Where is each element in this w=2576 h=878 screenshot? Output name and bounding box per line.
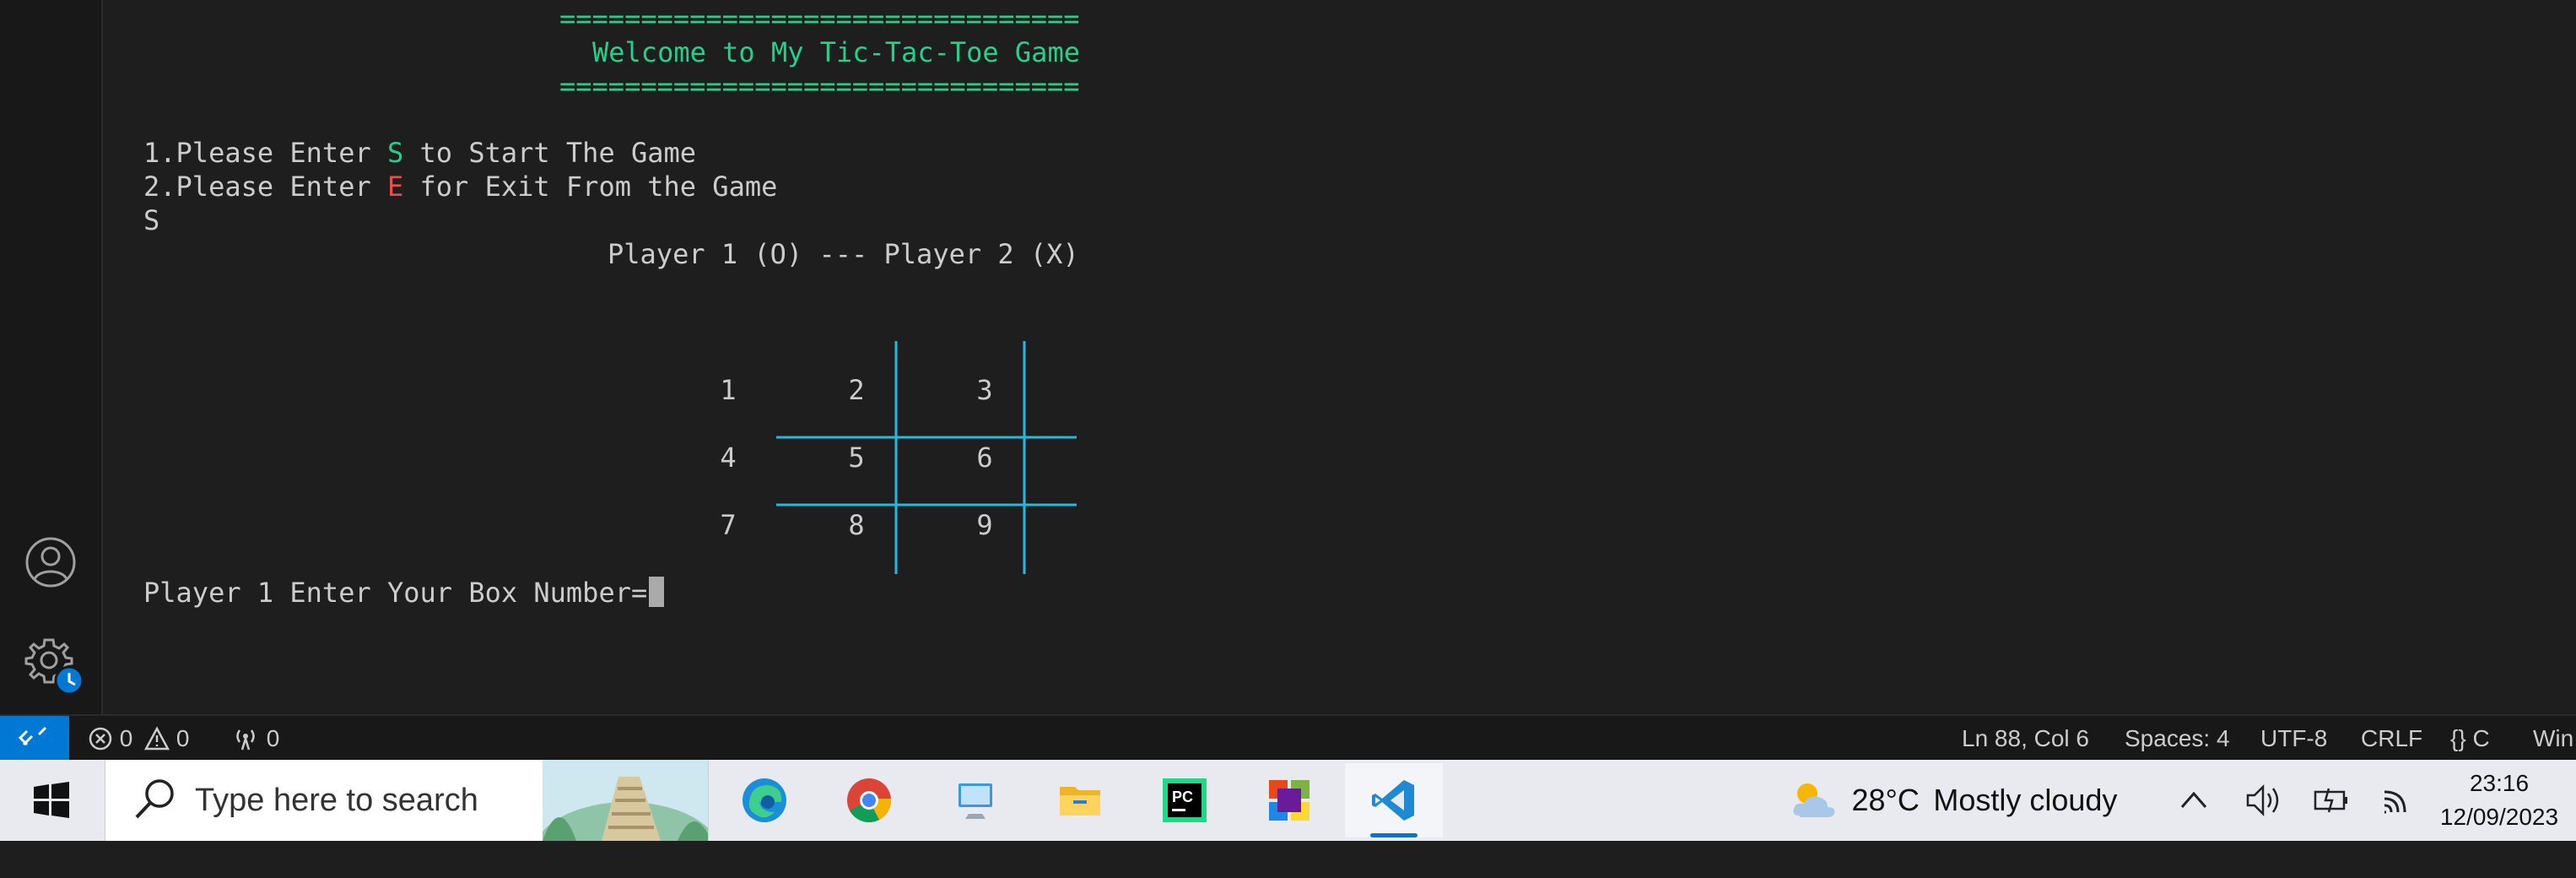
network-button[interactable] xyxy=(2379,760,2418,841)
edge-icon xyxy=(743,778,786,822)
platform-indicator[interactable]: Win xyxy=(2533,716,2573,761)
speaker-icon xyxy=(2246,783,2279,817)
taskbar-clock[interactable]: 23:16 12/09/2023 xyxy=(2427,767,2571,834)
warning-count: 0 xyxy=(176,725,190,751)
battery-button[interactable] xyxy=(2312,760,2351,841)
board-cell-8: 8 xyxy=(848,509,865,541)
vscode-icon xyxy=(1372,780,1414,821)
volume-button[interactable] xyxy=(2244,760,2282,841)
ports-count: 0 xyxy=(266,725,280,751)
activity-bar xyxy=(0,0,103,714)
board-cell-7: 7 xyxy=(720,509,737,541)
board-cell-4: 4 xyxy=(720,442,737,474)
cursor-position[interactable]: Ln 88, Col 6 xyxy=(1962,716,2089,761)
taskbar-file-explorer[interactable] xyxy=(1031,763,1129,837)
windows-logo-icon xyxy=(34,782,69,818)
show-hidden-icons-button[interactable] xyxy=(2177,760,2211,841)
taskbar-pycharm[interactable]: PC xyxy=(1136,763,1234,837)
board-cell-1: 1 xyxy=(720,374,737,406)
language-mode[interactable]: {} C xyxy=(2450,716,2490,761)
ports-indicator[interactable]: 0 xyxy=(231,716,279,761)
remote-icon xyxy=(18,726,47,746)
chrome-icon xyxy=(847,778,892,822)
clock-date: 12/09/2023 xyxy=(2439,804,2559,830)
taskbar-edge[interactable] xyxy=(716,763,813,837)
clock-time: 23:16 xyxy=(2469,770,2530,796)
terminal-cursor xyxy=(649,577,665,607)
weather-temperature: 28°C xyxy=(1851,783,1920,817)
welcome-title: Welcome to My Tic-Tac-Toe Game xyxy=(592,36,1080,68)
problems-indicator[interactable]: 0 0 xyxy=(88,716,190,761)
board-cell-3: 3 xyxy=(976,374,993,406)
cloudy-weather-icon xyxy=(1793,783,1835,817)
warning-icon xyxy=(144,726,170,751)
separator-top: ================================ xyxy=(559,3,1080,35)
battery-icon xyxy=(2314,788,2347,813)
status-bar: 0 0 0 Ln 88, Col 6 Spaces: 4 UTF-8 CRLF … xyxy=(0,714,2576,761)
line-ending[interactable]: CRLF xyxy=(2361,716,2422,761)
separator-bottom: ================================ xyxy=(559,70,1080,102)
indentation[interactable]: Spaces: 4 xyxy=(2125,716,2230,761)
wifi-icon xyxy=(2384,790,2406,814)
board-cell-9: 9 xyxy=(976,509,993,541)
menu-option-exit: 2.Please Enter E for Exit From the Game xyxy=(143,171,778,203)
manage-gear-icon[interactable] xyxy=(24,635,84,696)
start-button[interactable] xyxy=(0,760,103,841)
svg-text:PC: PC xyxy=(1172,789,1193,805)
weather-description: Mostly cloudy xyxy=(1933,783,2118,817)
error-icon xyxy=(89,727,112,751)
this-pc-icon xyxy=(959,783,992,819)
user-input-echo: S xyxy=(143,204,160,236)
board-cell-2: 2 xyxy=(848,374,865,406)
players-info: Player 1 (O) --- Player 2 (X) xyxy=(608,238,1079,270)
board-cell-6: 6 xyxy=(976,442,993,474)
error-count: 0 xyxy=(119,725,133,751)
taskbar-windows-apps[interactable] xyxy=(1240,763,1338,837)
menu-option-start: 1.Please Enter S to Start The Game xyxy=(143,137,697,169)
taskbar-search-box[interactable]: Type here to search xyxy=(105,760,709,841)
search-icon xyxy=(135,779,174,819)
account-icon[interactable] xyxy=(24,535,78,589)
weather-widget[interactable]: 28°C Mostly cloudy xyxy=(1787,760,2117,841)
search-highlight-image xyxy=(543,760,708,841)
broadcast-icon xyxy=(236,729,255,751)
pycharm-icon: PC xyxy=(1163,778,1207,822)
remote-window-button[interactable] xyxy=(0,716,69,761)
encoding[interactable]: UTF-8 xyxy=(2260,716,2327,761)
taskbar-vscode[interactable] xyxy=(1345,763,1443,837)
search-placeholder: Type here to search xyxy=(195,783,478,818)
input-prompt[interactable]: Player 1 Enter Your Box Number= xyxy=(143,576,665,610)
chevron-up-icon xyxy=(2180,791,2207,808)
board-cell-5: 5 xyxy=(848,442,865,474)
braces-icon: {} xyxy=(2450,725,2466,751)
windows-taskbar: Type here to search PC 28°C Mostly cloud… xyxy=(0,760,2576,841)
windows-apps-icon xyxy=(1269,780,1310,821)
file-explorer-icon xyxy=(1060,787,1100,816)
terminal-panel[interactable]: ================================ Welcome… xyxy=(103,0,2576,714)
taskbar-this-pc[interactable] xyxy=(926,763,1024,837)
taskbar-chrome[interactable] xyxy=(820,763,918,837)
